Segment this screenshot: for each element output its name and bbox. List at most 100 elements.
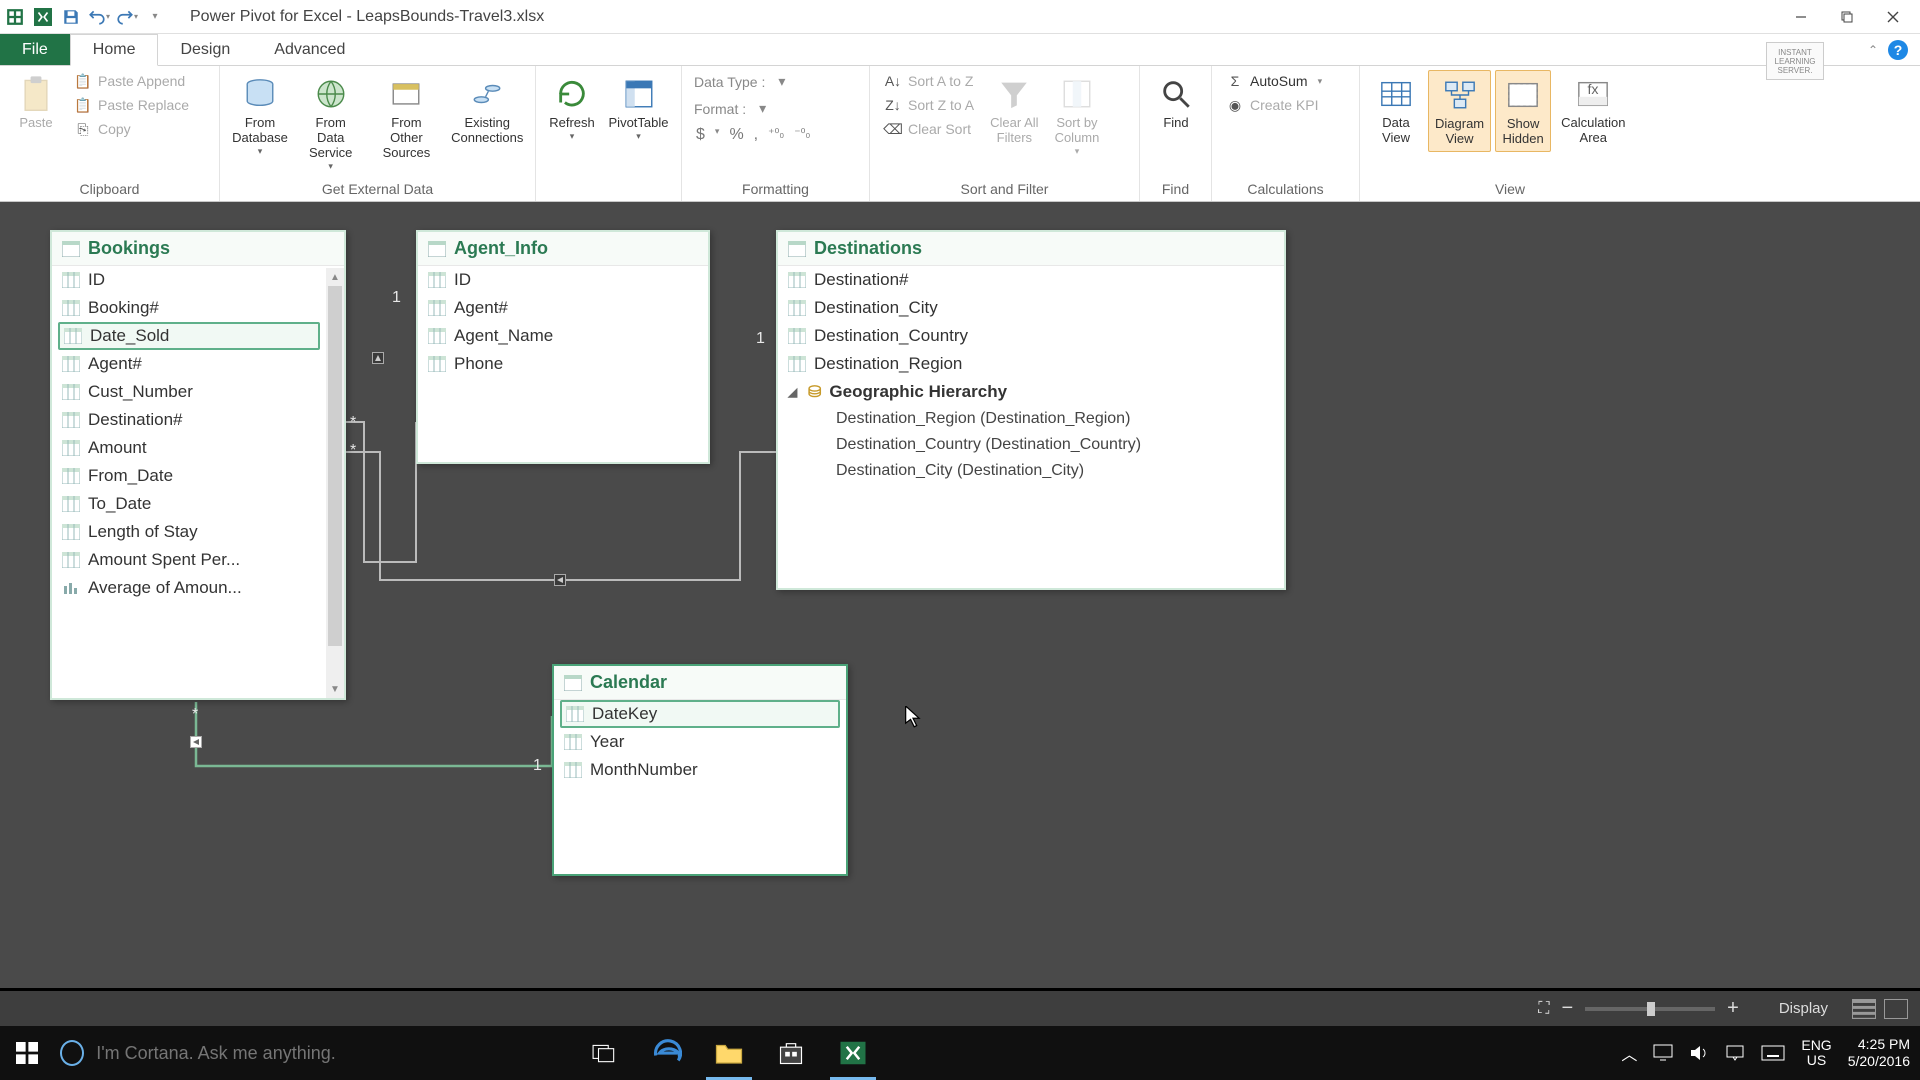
sort-by-column-button[interactable]: Sort by Column ▾ xyxy=(1049,70,1106,161)
action-center-icon[interactable] xyxy=(1725,1044,1745,1062)
field-booking-[interactable]: Booking# xyxy=(52,294,326,322)
undo-icon[interactable]: ▾ xyxy=(88,6,110,28)
volume-icon[interactable] xyxy=(1689,1044,1709,1062)
monitor-icon[interactable] xyxy=(1653,1044,1673,1062)
task-view-button[interactable] xyxy=(574,1026,636,1080)
zoom-in-button[interactable]: + xyxy=(1727,997,1739,1020)
sort-za-button[interactable]: Z↓Sort Z to A xyxy=(878,94,980,116)
autosum-button[interactable]: ΣAutoSum▾ xyxy=(1220,70,1328,92)
diagram-view-button[interactable]: Diagram View xyxy=(1428,70,1491,152)
scroll-thumb[interactable] xyxy=(328,286,342,646)
field-average-of-amoun-[interactable]: Average of Amoun... xyxy=(52,574,326,602)
field-id[interactable]: ID xyxy=(52,266,326,294)
tab-home[interactable]: Home xyxy=(70,34,159,66)
field-length-of-stay[interactable]: Length of Stay xyxy=(52,518,326,546)
keyboard-icon[interactable] xyxy=(1761,1045,1785,1061)
language-indicator[interactable]: ENG xyxy=(1801,1038,1831,1053)
refresh-button[interactable]: Refresh ▾ xyxy=(544,70,600,146)
field-destination-[interactable]: Destination# xyxy=(52,406,326,434)
paste-append-button[interactable]: 📋Paste Append xyxy=(68,70,195,92)
locale-indicator[interactable]: US xyxy=(1801,1053,1831,1068)
hierarchy-level[interactable]: Destination_Region (Destination_Region) xyxy=(778,406,1284,432)
qat-customize-icon[interactable]: ▾ xyxy=(144,6,166,28)
field-phone[interactable]: Phone xyxy=(418,350,708,378)
store-app[interactable] xyxy=(760,1026,822,1080)
copy-button[interactable]: ⎘Copy xyxy=(68,118,195,140)
edge-app[interactable] xyxy=(636,1026,698,1080)
datatype-selector[interactable]: Data Type :▾ xyxy=(690,70,797,93)
excel-app[interactable] xyxy=(822,1026,884,1080)
scroll-up-icon[interactable]: ▲ xyxy=(326,268,344,286)
redo-icon[interactable]: ▾ xyxy=(116,6,138,28)
from-data-service-button[interactable]: From Data Service ▾ xyxy=(296,70,365,176)
table-agent-info[interactable]: Agent_Info IDAgent#Agent_NamePhone xyxy=(416,230,710,464)
table-destinations[interactable]: Destinations Destination#Destination_Cit… xyxy=(776,230,1286,590)
collapse-ribbon-icon[interactable]: ⌃ xyxy=(1868,43,1878,57)
show-hidden-button[interactable]: Show Hidden xyxy=(1495,70,1551,152)
decrease-decimal-button[interactable]: ⁻⁰₀ xyxy=(794,126,810,144)
collapse-icon[interactable]: ◢ xyxy=(788,385,800,399)
increase-decimal-button[interactable]: ⁺⁰₀ xyxy=(768,126,784,144)
table-bookings[interactable]: Bookings IDBooking#Date_SoldAgent#Cust_N… xyxy=(50,230,346,700)
file-explorer-app[interactable] xyxy=(698,1026,760,1080)
field-destination-region[interactable]: Destination_Region xyxy=(778,350,1284,378)
existing-connections-button[interactable]: Existing Connections xyxy=(447,70,527,150)
hierarchy-geographic[interactable]: ◢⛁Geographic Hierarchy xyxy=(778,378,1284,406)
field-cust-number[interactable]: Cust_Number xyxy=(52,378,326,406)
clear-sort-button[interactable]: ⌫Clear Sort xyxy=(878,118,980,140)
field-agent-name[interactable]: Agent_Name xyxy=(418,322,708,350)
field-destination-city[interactable]: Destination_City xyxy=(778,294,1284,322)
minimize-button[interactable] xyxy=(1778,0,1824,34)
field-from-date[interactable]: From_Date xyxy=(52,462,326,490)
find-button[interactable]: Find xyxy=(1148,70,1204,135)
tab-design[interactable]: Design xyxy=(158,34,252,65)
paste-replace-button[interactable]: 📋Paste Replace xyxy=(68,94,195,116)
table-calendar[interactable]: Calendar DateKeyYearMonthNumber xyxy=(552,664,848,876)
diagram-canvas[interactable]: 1 * 1 * * 1 Bookings IDBooking#Date_Sold… xyxy=(0,202,1920,988)
calculation-area-button[interactable]: fx Calculation Area xyxy=(1555,70,1631,150)
data-view-button[interactable]: Data View xyxy=(1368,70,1424,150)
field-destination-[interactable]: Destination# xyxy=(778,266,1284,294)
field-year[interactable]: Year xyxy=(554,728,846,756)
percent-format-button[interactable]: % xyxy=(729,126,743,144)
field-agent-[interactable]: Agent# xyxy=(418,294,708,322)
pivottable-button[interactable]: PivotTable ▾ xyxy=(604,70,673,146)
tab-file[interactable]: File xyxy=(0,34,70,65)
from-database-button[interactable]: From Database ▾ xyxy=(228,70,292,161)
scrollbar[interactable]: ▲ ▼ xyxy=(326,268,344,698)
field-destination-country[interactable]: Destination_Country xyxy=(778,322,1284,350)
zoom-out-button[interactable]: − xyxy=(1561,997,1573,1020)
scroll-down-icon[interactable]: ▼ xyxy=(326,680,344,698)
save-icon[interactable] xyxy=(60,6,82,28)
field-amount[interactable]: Amount xyxy=(52,434,326,462)
comma-format-button[interactable]: , xyxy=(754,126,758,144)
field-to-date[interactable]: To_Date xyxy=(52,490,326,518)
hierarchy-level[interactable]: Destination_City (Destination_City) xyxy=(778,458,1284,484)
field-agent-[interactable]: Agent# xyxy=(52,350,326,378)
field-id[interactable]: ID xyxy=(418,266,708,294)
field-amount-spent-per-[interactable]: Amount Spent Per... xyxy=(52,546,326,574)
clear-filters-button[interactable]: Clear All Filters xyxy=(984,70,1044,150)
display-label[interactable]: Display xyxy=(1755,1000,1852,1017)
clock[interactable]: 4:25 PM 5/20/2016 xyxy=(1848,1036,1910,1070)
tray-expand-icon[interactable]: ︿ xyxy=(1621,1041,1637,1065)
maximize-button[interactable] xyxy=(1824,0,1870,34)
create-kpi-button[interactable]: ◉Create KPI xyxy=(1220,94,1328,116)
start-button[interactable] xyxy=(0,1026,54,1080)
currency-format-button[interactable]: $ xyxy=(696,126,705,144)
help-icon[interactable]: ? xyxy=(1888,40,1908,60)
search-input[interactable] xyxy=(96,1043,498,1064)
layout-grid-icon[interactable] xyxy=(1852,999,1876,1019)
paste-button[interactable]: Paste xyxy=(8,70,64,135)
field-date-sold[interactable]: Date_Sold xyxy=(58,322,320,350)
excel-icon[interactable] xyxy=(32,6,54,28)
sort-az-button[interactable]: A↓Sort A to Z xyxy=(878,70,980,92)
field-monthnumber[interactable]: MonthNumber xyxy=(554,756,846,784)
close-button[interactable] xyxy=(1870,0,1916,34)
hierarchy-level[interactable]: Destination_Country (Destination_Country… xyxy=(778,432,1284,458)
cortana-search[interactable] xyxy=(54,1026,514,1080)
from-other-sources-button[interactable]: From Other Sources xyxy=(369,70,443,165)
format-selector[interactable]: Format :▾ xyxy=(690,97,778,120)
zoom-slider[interactable] xyxy=(1585,1007,1715,1011)
tab-advanced[interactable]: Advanced xyxy=(252,34,367,65)
